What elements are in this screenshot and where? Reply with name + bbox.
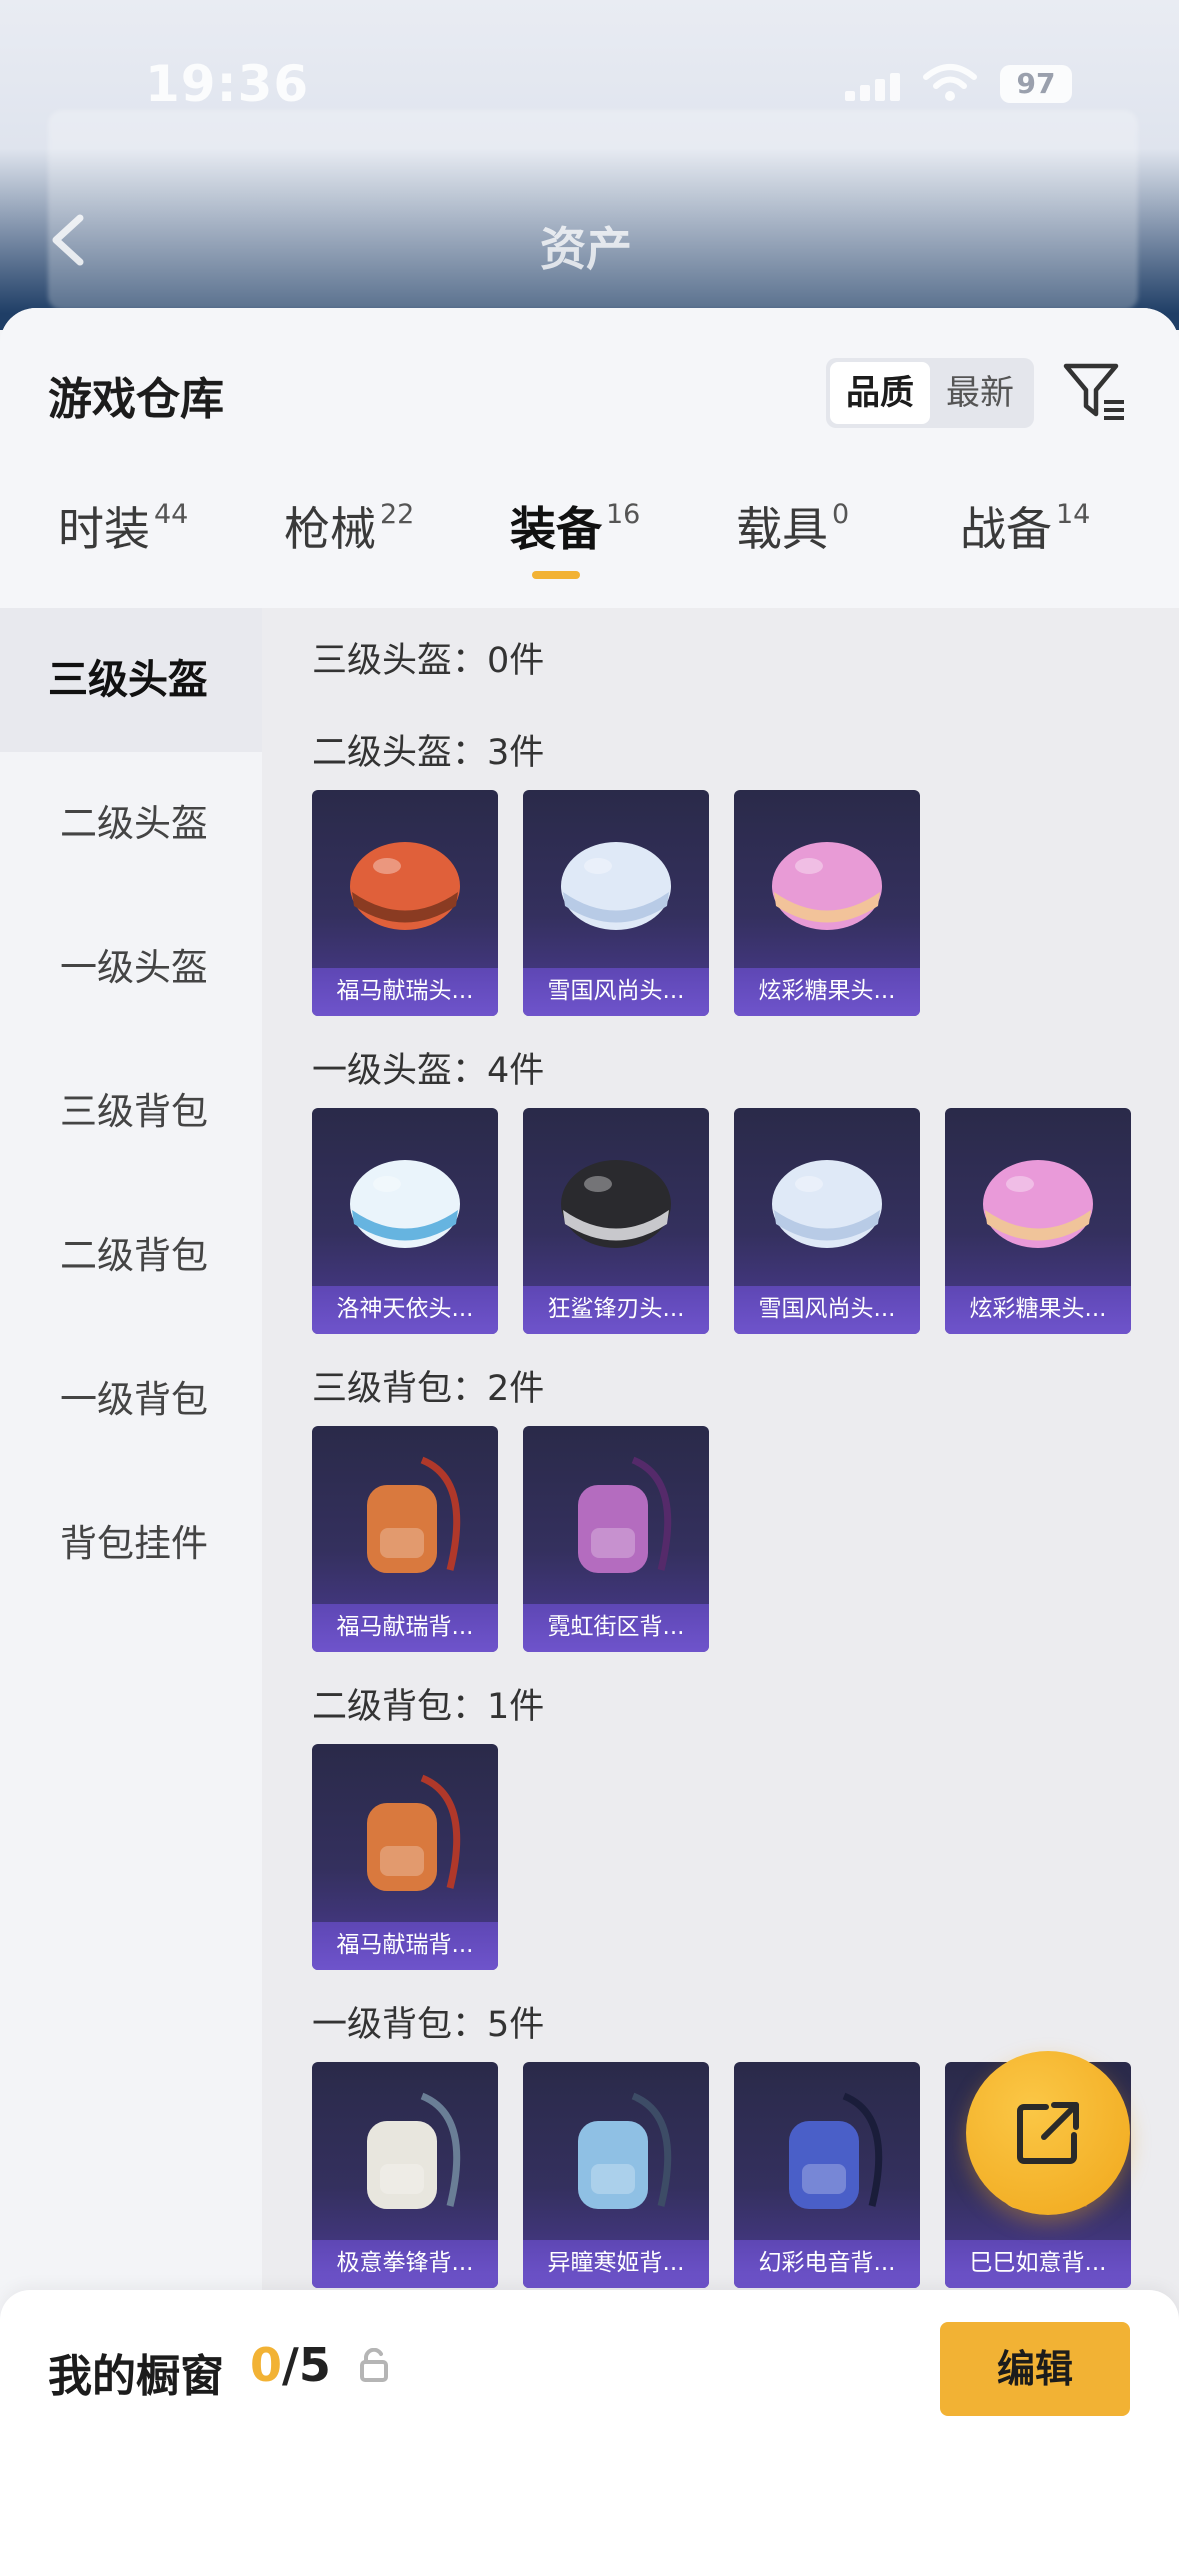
share-button[interactable] (966, 2051, 1130, 2215)
item-name: 巳巳如意背... (945, 2240, 1131, 2288)
item-card[interactable]: 极意拳锋背... (312, 2062, 498, 2288)
item-name: 雪国风尚头... (523, 968, 709, 1016)
backpack-white-icon (367, 2092, 461, 2209)
section-title: 一级背包：5件 (312, 2005, 545, 2045)
tab-count: 16 (606, 499, 641, 530)
helmet-pink-hat-icon (772, 842, 882, 930)
tab-count: 44 (154, 499, 189, 530)
unlock-icon (360, 2348, 388, 2382)
showcase-label: 我的橱窗 (48, 2351, 224, 2402)
status-bar: 19:36 97 (0, 55, 1179, 115)
tab-equipment[interactable]: 装备 16 (510, 493, 640, 593)
filter-icon[interactable] (1062, 358, 1128, 424)
section-title: 一级头盔：4件 (312, 1051, 545, 1091)
showcase-bar: 我的橱窗 0/5 编辑 (0, 2290, 1179, 2556)
item-name: 福马献瑞背... (312, 1922, 498, 1970)
item-name: 福马献瑞头... (312, 968, 498, 1016)
helmet-blue-icon (350, 1160, 460, 1248)
section-title: 三级背包：2件 (312, 1369, 545, 1409)
active-tab-indicator (532, 571, 580, 579)
item-name: 狂鲨锋刃头... (523, 1286, 709, 1334)
item-card[interactable]: 霓虹街区背... (523, 1426, 709, 1652)
backpack-blue-icon (578, 2092, 672, 2209)
status-time: 19:36 (145, 55, 310, 113)
showcase-total: /5 (282, 2338, 331, 2392)
sort-toggle: 品质 最新 (826, 358, 1034, 428)
sidebar-item-backpack-lv3[interactable]: 三级背包 (0, 1040, 262, 1184)
item-grid: 三级头盔：0件 二级头盔：3件福马献瑞头... 雪国风尚头... 炫彩糖果头... 一级… (262, 608, 1179, 2556)
share-icon (1017, 2102, 1079, 2164)
tab-guns[interactable]: 枪械 22 (284, 493, 414, 593)
page-title: 游戏仓库 (48, 374, 224, 425)
item-name: 异瞳寒姬背... (523, 2240, 709, 2288)
backpack-speaker-icon (789, 2092, 883, 2209)
item-name: 极意拳锋背... (312, 2240, 498, 2288)
showcase-current: 0 (250, 2338, 283, 2392)
item-card[interactable]: 洛神天依头... (312, 1108, 498, 1334)
tab-count: 22 (380, 499, 415, 530)
tab-count: 14 (1056, 499, 1091, 530)
item-name: 洛神天依头... (312, 1286, 498, 1334)
tab-vehicles[interactable]: 载具 0 (736, 493, 849, 593)
sidebar-item-helmet-lv3[interactable]: 三级头盔 (0, 608, 262, 752)
helmet-black-icon (561, 1160, 671, 1248)
item-card[interactable]: 雪国风尚头... (734, 1108, 920, 1334)
section-title: 二级头盔：3件 (312, 733, 545, 773)
section-title: 二级背包：1件 (312, 1687, 545, 1727)
nav-bar: 资产 (0, 205, 1179, 285)
item-card[interactable]: 狂鲨锋刃头... (523, 1108, 709, 1334)
sidebar-item-helmet-lv2[interactable]: 二级头盔 (0, 752, 262, 896)
item-card[interactable]: 炫彩糖果头... (945, 1108, 1131, 1334)
item-name: 幻彩电音背... (734, 2240, 920, 2288)
helmet-white-icon (561, 842, 671, 930)
item-name: 炫彩糖果头... (734, 968, 920, 1016)
item-card[interactable]: 福马献瑞背... (312, 1426, 498, 1652)
item-name: 福马献瑞背... (312, 1604, 498, 1652)
item-card[interactable]: 幻彩电音背... (734, 2062, 920, 2288)
item-name: 炫彩糖果头... (945, 1286, 1131, 1334)
item-card[interactable]: 福马献瑞头... (312, 790, 498, 1016)
section-title: 三级头盔：0件 (312, 641, 545, 681)
sort-quality-button[interactable]: 品质 (830, 362, 930, 424)
tab-count: 0 (832, 499, 850, 530)
tab-supplies[interactable]: 战备 14 (960, 493, 1090, 593)
wifi-icon (923, 64, 977, 101)
backpack-bunny-icon (367, 1774, 461, 1891)
sidebar-item-backpack-charm[interactable]: 背包挂件 (0, 1472, 262, 1616)
back-icon[interactable] (40, 210, 100, 270)
item-card[interactable]: 雪国风尚头... (523, 790, 709, 1016)
item-card[interactable]: 炫彩糖果头... (734, 790, 920, 1016)
showcase-count: 0/5 (250, 2338, 331, 2392)
sidebar-item-backpack-lv2[interactable]: 二级背包 (0, 1184, 262, 1328)
nav-title: 资产 (540, 222, 632, 276)
sheet-header: 游戏仓库 品质 最新 时装 44 枪械 22 装备 16 载具 0 战备 14 (0, 308, 1179, 608)
sidebar-item-backpack-lv1[interactable]: 一级背包 (0, 1328, 262, 1472)
item-name: 雪国风尚头... (734, 1286, 920, 1334)
item-card[interactable]: 异瞳寒姬背... (523, 2062, 709, 2288)
backpack-bunny-icon (367, 1456, 461, 1573)
signal-icon (845, 71, 905, 101)
tab-fashion[interactable]: 时装 44 (58, 493, 188, 593)
helmet-pink-icon (983, 1160, 1093, 1248)
backpack-neon-icon (578, 1456, 672, 1573)
sort-latest-button[interactable]: 最新 (930, 362, 1030, 424)
item-name: 霓虹街区背... (523, 1604, 709, 1652)
warehouse-sheet: 游戏仓库 品质 最新 时装 44 枪械 22 装备 16 载具 0 战备 14 … (0, 308, 1179, 2556)
battery-icon: 97 (1000, 65, 1072, 103)
helmet-white-icon (772, 1160, 882, 1248)
helmet-orange-icon (350, 842, 460, 930)
item-card[interactable]: 福马献瑞背... (312, 1744, 498, 1970)
sidebar-item-helmet-lv1[interactable]: 一级头盔 (0, 896, 262, 1040)
edit-button[interactable]: 编辑 (940, 2322, 1130, 2416)
category-tabs: 时装 44 枪械 22 装备 16 载具 0 战备 14 (0, 493, 1179, 593)
category-sidebar: 三级头盔 二级头盔 一级头盔 三级背包 二级背包 一级背包 背包挂件 (0, 608, 262, 2556)
